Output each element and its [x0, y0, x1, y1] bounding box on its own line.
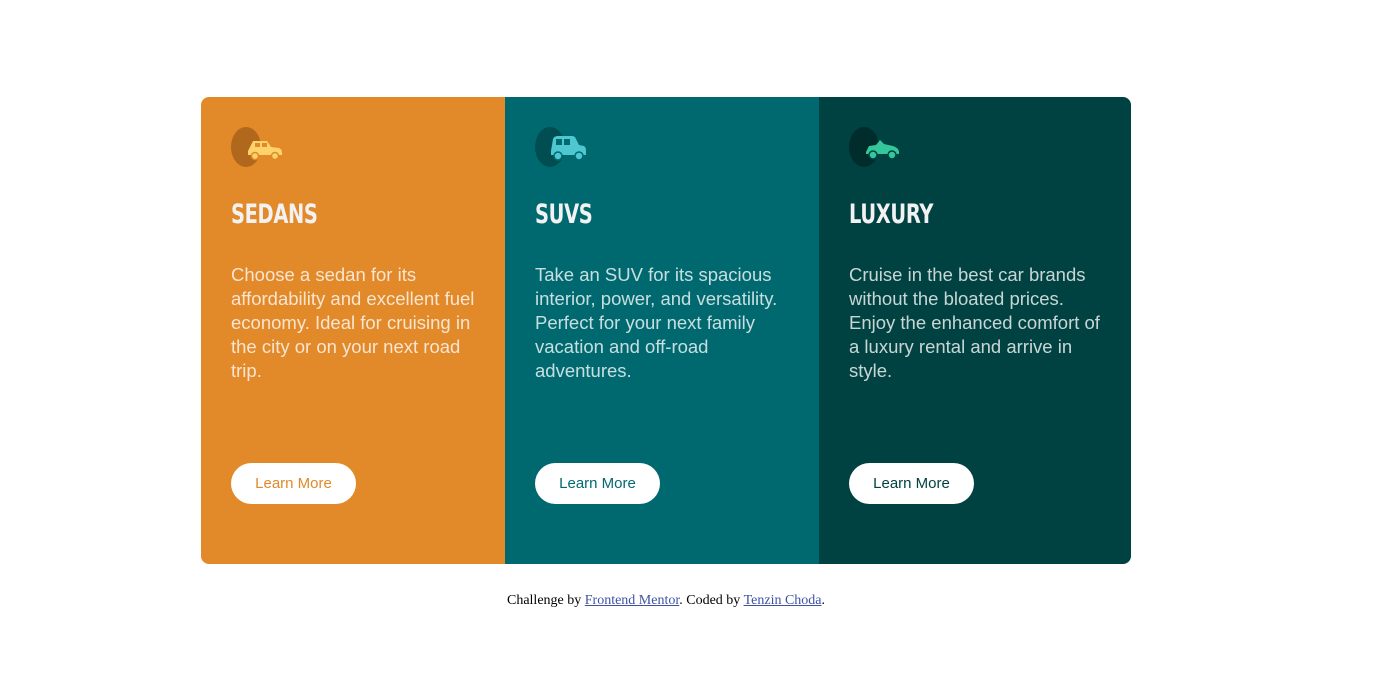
- learn-more-button[interactable]: Learn More: [231, 463, 356, 504]
- card-title: Luxury: [849, 199, 934, 230]
- attribution-prefix: Challenge by: [506, 593, 585, 608]
- attribution: Challenge by Frontend Mentor. Coded by T…: [0, 593, 1332, 609]
- card-description: Choose a sedan for its affordability and…: [231, 264, 475, 381]
- learn-more-button[interactable]: Learn More: [535, 463, 660, 504]
- card-luxury: Luxury Cruise in the best car brands wit…: [819, 97, 1131, 564]
- card-title: Sedans: [231, 199, 318, 230]
- learn-more-button[interactable]: Learn More: [849, 463, 974, 504]
- card-title: SUVs: [535, 199, 593, 230]
- card-sedans: Sedans Choose a sedan for its affordabil…: [201, 97, 505, 564]
- author-link[interactable]: Tenzin Choda: [744, 593, 822, 608]
- card-suvs: SUVs Take an SUV for its spacious interi…: [505, 97, 819, 564]
- sedan-car-icon: [231, 127, 295, 167]
- suv-car-icon: [535, 127, 599, 167]
- car-cards: Sedans Choose a sedan for its affordabil…: [201, 97, 1131, 564]
- attribution-middle: . Coded by: [679, 593, 744, 608]
- frontend-mentor-link[interactable]: Frontend Mentor: [585, 593, 680, 608]
- attribution-suffix: .: [821, 593, 826, 608]
- card-description: Take an SUV for its spacious interior, p…: [535, 264, 778, 381]
- luxury-car-icon: [849, 127, 913, 167]
- card-description: Cruise in the best car brands without th…: [849, 264, 1100, 381]
